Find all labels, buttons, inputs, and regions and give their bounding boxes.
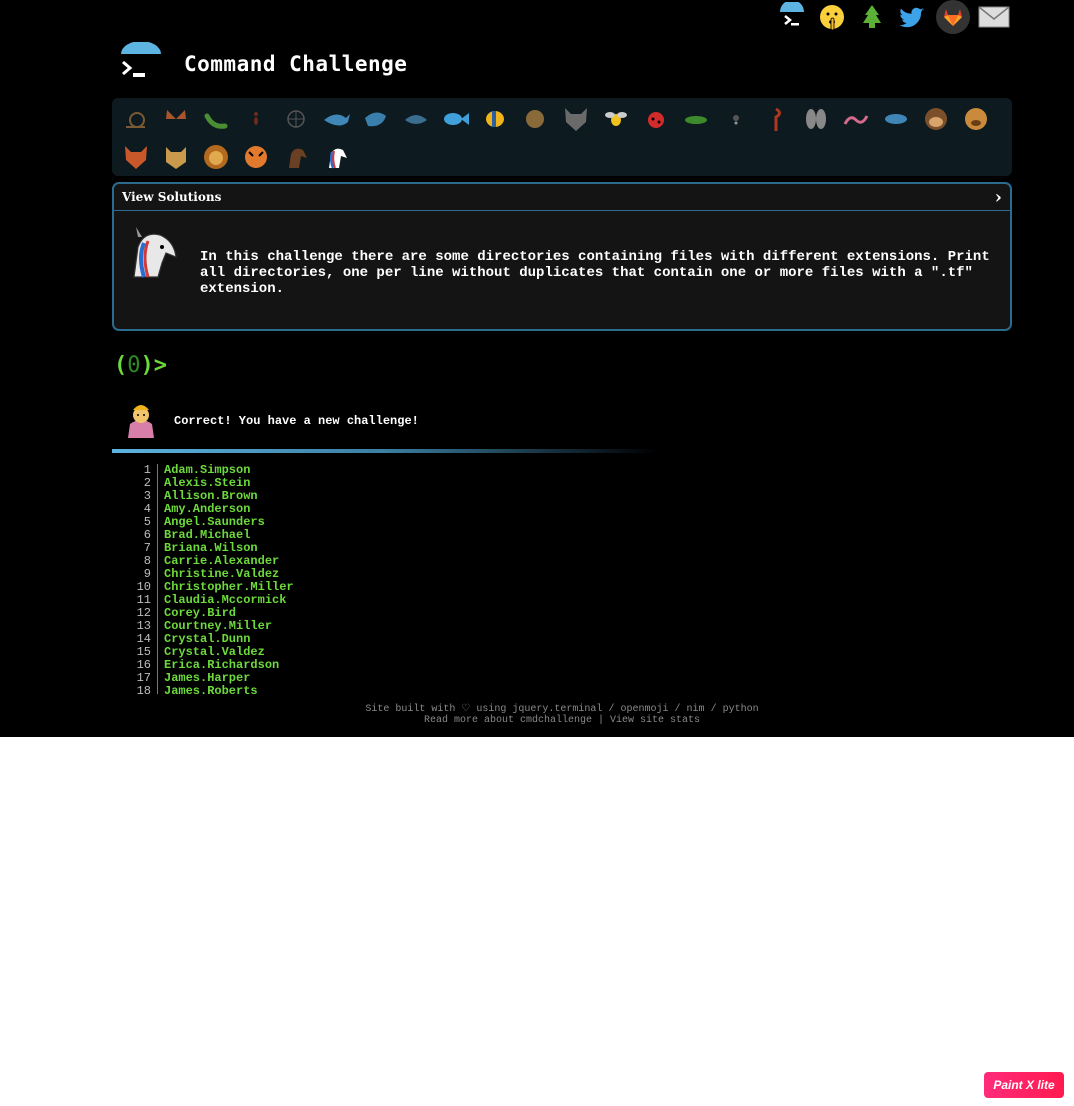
footer-pipe: | — [598, 715, 605, 726]
output-line: 18 James.Roberts — [112, 685, 712, 694]
ant-icon[interactable] — [236, 100, 276, 138]
line-number: 13 — [112, 620, 158, 633]
view-solutions-toggle[interactable]: View Solutions › — [114, 184, 1010, 211]
tree-icon[interactable] — [856, 1, 888, 33]
unicorn-avatar-icon — [124, 223, 182, 297]
mail-icon[interactable] — [978, 1, 1010, 33]
blowfish-icon[interactable] — [516, 100, 556, 138]
view-solutions-label[interactable]: View Solutions — [122, 190, 221, 204]
bee-icon[interactable] — [596, 100, 636, 138]
gitlab-icon[interactable] — [936, 0, 970, 34]
tropical-fish-icon[interactable] — [476, 100, 516, 138]
dolphin-icon[interactable] — [356, 100, 396, 138]
line-number: 18 — [112, 685, 158, 694]
chevron-right-icon[interactable]: › — [995, 187, 1002, 208]
python-link[interactable]: python — [723, 704, 759, 715]
cat-icon[interactable] — [156, 138, 196, 176]
tiger-icon[interactable] — [236, 138, 276, 176]
prompt-close: )> — [140, 353, 168, 378]
line-number: 8 — [112, 555, 158, 568]
unicorn-icon[interactable] — [316, 138, 356, 176]
footer-separator: / — [710, 704, 717, 715]
jquery-terminal-link[interactable]: jquery.terminal — [512, 704, 602, 715]
result-divider — [112, 449, 657, 453]
site-stats-link[interactable]: View site stats — [610, 715, 700, 726]
snowflake-icon[interactable] — [276, 100, 316, 138]
footer-separator: / — [608, 704, 615, 715]
challenge-panel: View Solutions › In this challenge there… — [112, 182, 1012, 331]
caterpillar-icon[interactable] — [196, 100, 236, 138]
line-number: 1 — [112, 464, 158, 477]
whale-icon[interactable] — [316, 100, 356, 138]
fox-icon[interactable] — [116, 138, 156, 176]
nim-link[interactable]: nim — [687, 704, 705, 715]
fly-icon[interactable] — [796, 100, 836, 138]
ladybug-icon[interactable] — [636, 100, 676, 138]
footer-prefix: Site built with ♡ using — [365, 704, 507, 715]
dolphin-2-icon[interactable] — [396, 100, 436, 138]
output-value: James.Roberts — [164, 684, 258, 695]
scorpion-icon[interactable] — [756, 100, 796, 138]
line-number: 2 — [112, 477, 158, 490]
line-number: 6 — [112, 529, 158, 542]
twitter-icon[interactable] — [896, 1, 928, 33]
line-number: 14 — [112, 633, 158, 646]
line-number: 16 — [112, 659, 158, 672]
openmoji-link[interactable]: openmoji — [620, 704, 668, 715]
prompt-count: 0 — [127, 353, 141, 378]
terminal-icon[interactable] — [776, 1, 808, 33]
challenge-description: In this challenge there are some directo… — [200, 249, 990, 297]
snail-icon[interactable] — [116, 100, 156, 138]
site-logo[interactable] — [117, 41, 165, 86]
line-number: 9 — [112, 568, 158, 581]
spider-icon[interactable] — [716, 100, 756, 138]
line-number: 5 — [112, 516, 158, 529]
dog-icon[interactable] — [956, 100, 996, 138]
prompt-open: ( — [114, 353, 128, 378]
result-message: Correct! You have a new challenge! — [120, 398, 419, 444]
shushing-face-icon[interactable] — [816, 1, 848, 33]
cricket-icon[interactable] — [676, 100, 716, 138]
paint-x-lite-badge[interactable]: Paint X lite — [984, 1072, 1064, 1098]
footer: Site built with ♡ using jquery.terminal … — [0, 704, 1074, 726]
worm-icon[interactable] — [836, 100, 876, 138]
line-number: 12 — [112, 607, 158, 620]
line-number: 11 — [112, 594, 158, 607]
lion-icon[interactable] — [196, 138, 236, 176]
result-text: Correct! You have a new challenge! — [174, 414, 419, 428]
terminal-prompt[interactable]: (0)> — [114, 353, 167, 378]
line-number: 3 — [112, 490, 158, 503]
monkey-icon[interactable] — [916, 100, 956, 138]
line-number: 7 — [112, 542, 158, 555]
footer-separator: / — [674, 704, 681, 715]
microbe-icon[interactable] — [876, 100, 916, 138]
genie-icon — [120, 398, 162, 444]
challenge-strip — [112, 98, 1012, 176]
line-number: 15 — [112, 646, 158, 659]
line-number: 10 — [112, 581, 158, 594]
horse-icon[interactable] — [276, 138, 316, 176]
line-number: 17 — [112, 672, 158, 685]
page-title[interactable]: Command Challenge — [184, 52, 407, 76]
read-more-link[interactable]: Read more about cmdchallenge — [424, 715, 592, 726]
terminal-output: 1 Adam.Simpson 2 Alexis.Stein 3 Allison.Brown… — [112, 464, 712, 694]
butterfly-icon[interactable] — [156, 100, 196, 138]
wolf-icon[interactable] — [556, 100, 596, 138]
line-number: 4 — [112, 503, 158, 516]
top-icon-bar — [776, 0, 1010, 34]
fish-icon[interactable] — [436, 100, 476, 138]
